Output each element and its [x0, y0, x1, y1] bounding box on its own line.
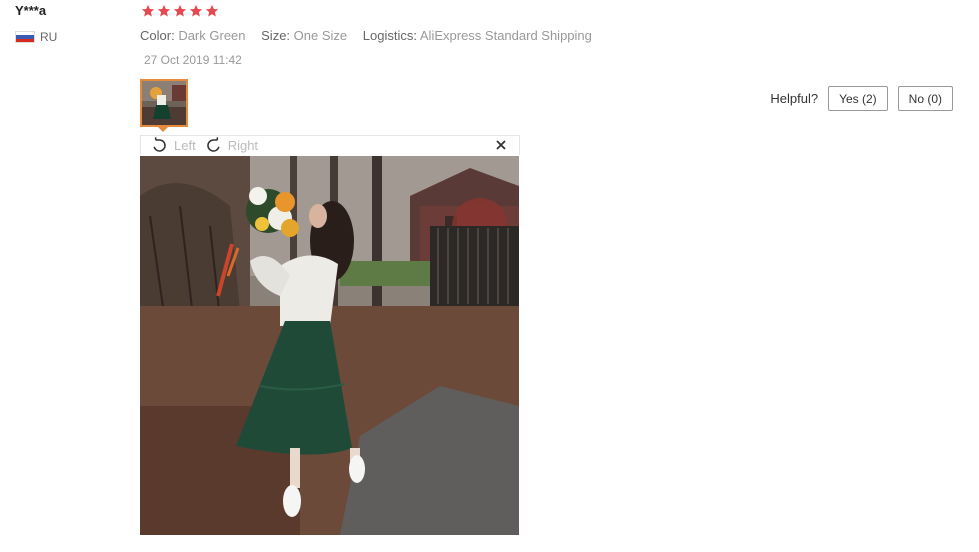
attribute-logistics: Logistics: AliExpress Standard Shipping — [362, 28, 592, 43]
helpful-yes-button[interactable]: Yes (2) — [828, 86, 888, 111]
rotate-left-button[interactable]: Left — [151, 137, 196, 154]
attribute-size: Size: One Size — [261, 28, 348, 43]
star-icon — [141, 4, 155, 17]
thumbnail-photo — [142, 81, 186, 125]
star-rating — [141, 4, 219, 18]
close-icon[interactable] — [495, 139, 507, 151]
reviewer-country: RU — [15, 30, 57, 44]
helpful-label: Helpful? — [770, 91, 819, 106]
thumbnail-active-indicator — [158, 127, 168, 132]
attribute-color: Color: Dark Green — [140, 28, 246, 43]
star-icon — [205, 4, 219, 17]
review-photo — [140, 156, 519, 535]
rotate-right-icon — [206, 137, 220, 152]
russia-flag-icon — [15, 31, 35, 43]
viewer-toolbar: Left Right — [140, 135, 520, 155]
star-icon — [189, 4, 203, 17]
rotate-right-label: Right — [227, 138, 259, 153]
helpful-no-button[interactable]: No (0) — [897, 86, 953, 111]
star-icon — [157, 4, 171, 17]
country-code: RU — [40, 30, 58, 44]
image-viewer: Left Right — [140, 135, 520, 535]
reviewer-name: Y***a — [15, 3, 47, 18]
helpful-section: Helpful? Yes (2) No (0) — [770, 86, 953, 111]
product-attributes: Color: Dark Green Size: One Size Logisti… — [140, 28, 604, 43]
rotate-right-button[interactable]: Right — [205, 137, 258, 154]
rotate-left-icon — [153, 137, 166, 152]
star-icon — [173, 4, 187, 17]
review-photo-thumbnail[interactable] — [140, 79, 188, 127]
rotate-left-label: Left — [174, 138, 196, 153]
review-date: 27 Oct 2019 11:42 — [144, 53, 242, 67]
